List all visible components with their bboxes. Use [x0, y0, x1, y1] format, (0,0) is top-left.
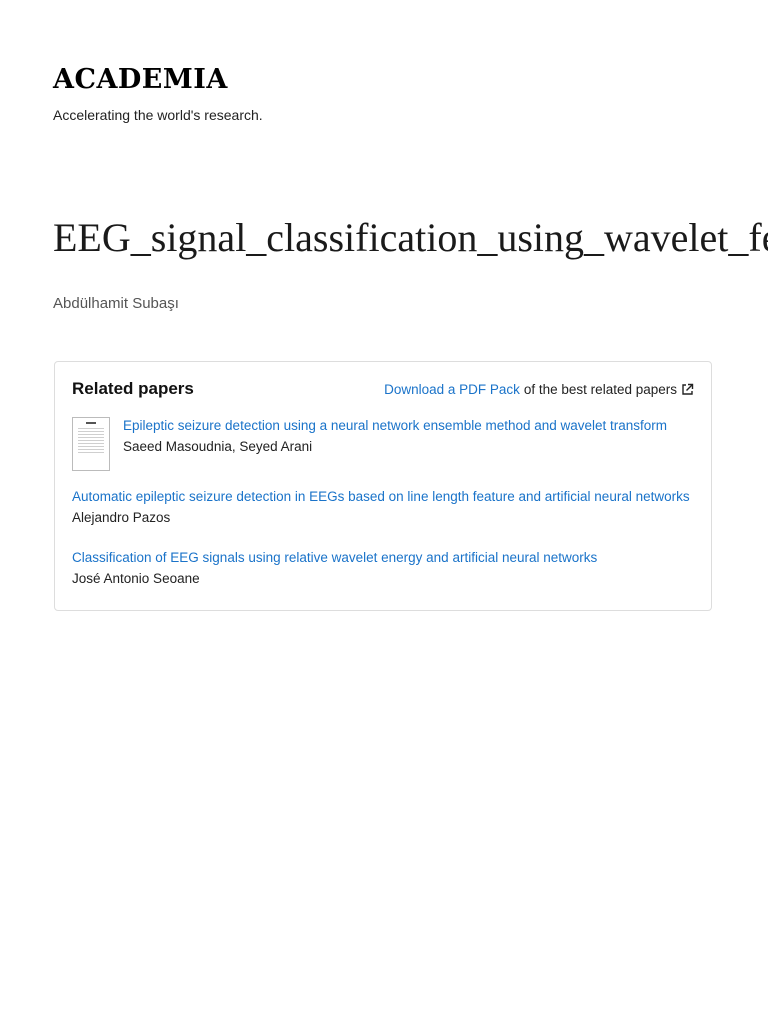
related-paper-authors: Saeed Masoudnia, Seyed Arani — [123, 439, 313, 454]
download-pdf-pack-suffix: of the best related papers — [523, 382, 677, 397]
paper-author: Abdülhamit Subaşı — [53, 295, 179, 312]
related-paper-item: Epileptic seizure detection using a neur… — [72, 417, 694, 473]
related-paper-item: Automatic epileptic seizure detection in… — [72, 488, 694, 527]
related-paper-authors: José Antonio Seoane — [72, 571, 200, 586]
academia-logo[interactable]: ACADEMIA — [53, 64, 228, 95]
related-paper-link[interactable]: Epileptic seizure detection using a neur… — [123, 417, 694, 435]
pdf-pack-row: Download a PDF Pack of the best related … — [384, 382, 694, 397]
paper-title: EEG_signal_classification_using_wavelet_… — [53, 215, 768, 260]
related-paper-authors: Alejandro Pazos — [72, 510, 171, 525]
related-paper-link[interactable]: Automatic epileptic seizure detection in… — [72, 488, 694, 506]
related-paper-item: Classification of EEG signals using rela… — [72, 549, 694, 588]
paper-thumbnail[interactable] — [72, 417, 110, 471]
external-link-icon[interactable] — [681, 383, 694, 396]
download-pdf-pack-link[interactable]: Download a PDF Pack — [384, 382, 520, 397]
related-papers-card: Related papers Download a PDF Pack of th… — [54, 361, 712, 611]
related-paper-link[interactable]: Classification of EEG signals using rela… — [72, 549, 694, 567]
tagline: Accelerating the world's research. — [53, 107, 263, 123]
related-papers-heading: Related papers — [72, 379, 194, 398]
